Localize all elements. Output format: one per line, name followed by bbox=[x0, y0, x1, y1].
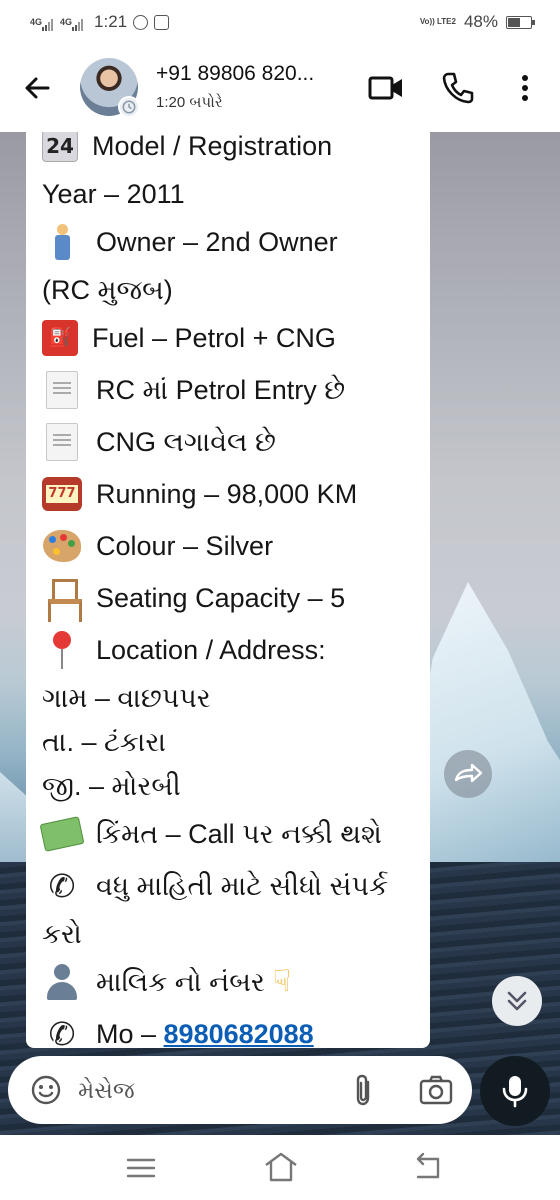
clock-status-icon bbox=[118, 96, 140, 118]
status-left: 4G 4G 1:21 bbox=[30, 12, 170, 32]
message-line-text: Model / Registration bbox=[92, 132, 333, 161]
signal-bars-icon bbox=[42, 18, 54, 31]
message-line-text: Fuel – Petrol + CNG bbox=[92, 323, 336, 353]
message-line-text: CNG લગાવેલ છે bbox=[96, 427, 276, 457]
message-line: જી. – મોરબી bbox=[42, 764, 422, 808]
carrier-label: Vo)) LTE2 bbox=[419, 17, 456, 26]
message-line-text: Mo – bbox=[96, 1019, 164, 1048]
message-line: Colour – Silver bbox=[42, 520, 422, 572]
contact-name[interactable]: +91 89806 820... bbox=[156, 62, 314, 86]
message-line-text: કિંમત – Call પર નક્કી થશે bbox=[96, 819, 382, 849]
message-line: માલિક નો નંબર ☟ bbox=[42, 956, 422, 1008]
emoji-icon[interactable] bbox=[30, 1074, 62, 1106]
camera-icon[interactable] bbox=[418, 1072, 454, 1108]
message-line: Year – 2011 bbox=[42, 172, 422, 216]
message-line-text: RC માં Petrol Entry છે bbox=[96, 375, 346, 405]
status-right: Vo)) LTE2 48% bbox=[419, 12, 535, 32]
message-line: કિંમત – Call પર નક્કી થશે bbox=[39, 808, 422, 860]
status-time: 1:21 bbox=[94, 12, 128, 31]
message-line-text: Colour – Silver bbox=[96, 531, 274, 561]
message-line-text: Running – 98,000 KM bbox=[96, 479, 358, 509]
back-arrow-icon[interactable] bbox=[18, 68, 58, 108]
document-icon bbox=[42, 423, 82, 461]
message-line-text: Year – 2011 bbox=[42, 179, 185, 209]
message-line: Running – 98,000 KM bbox=[42, 468, 422, 520]
message-line: Owner – 2nd Owner bbox=[42, 216, 422, 268]
message-line: ગામ – વાછપપર bbox=[42, 676, 422, 720]
double-chevron-down-icon[interactable] bbox=[492, 976, 542, 1026]
phone-number-link[interactable]: 8980682088 bbox=[164, 1012, 314, 1048]
microphone-icon[interactable] bbox=[480, 1056, 550, 1126]
system-navigation-bar bbox=[0, 1135, 560, 1200]
slot-machine-icon bbox=[42, 476, 82, 512]
chair-icon bbox=[42, 579, 82, 622]
message-line-text: Location / Address: bbox=[96, 635, 326, 665]
recent-apps-icon[interactable] bbox=[124, 1153, 158, 1183]
message-line-text: વધુ માહિતી માટે સીધો સંપર્ક bbox=[96, 871, 389, 901]
user-silhouette-icon bbox=[42, 964, 82, 1000]
message-line-text: જી. – મોરબી bbox=[42, 771, 181, 801]
fuel-pump-icon: ⛽ bbox=[42, 320, 78, 356]
pointing-down-icon: ☟ bbox=[272, 965, 292, 998]
message-composer bbox=[8, 1056, 472, 1124]
battery-percent: 48% bbox=[463, 12, 498, 31]
network-indicator-2: 4G bbox=[60, 17, 84, 31]
chat-header: +91 89806 820... 1:20 બપોરે bbox=[0, 44, 560, 132]
message-line-text: Owner – 2nd Owner bbox=[96, 227, 338, 257]
system-back-icon[interactable] bbox=[410, 1149, 444, 1185]
whatsapp-notification-icon bbox=[133, 14, 149, 30]
person-icon bbox=[42, 224, 82, 260]
money-icon bbox=[39, 816, 85, 852]
message-line: RC માં Petrol Entry છે bbox=[42, 364, 422, 416]
phone-call-icon[interactable] bbox=[440, 70, 476, 106]
message-line: Location / Address: bbox=[42, 624, 422, 676]
paperclip-icon[interactable] bbox=[348, 1072, 378, 1108]
keycap-24-icon: 24 bbox=[42, 132, 78, 162]
message-line-text: માલિક નો નંબર bbox=[96, 967, 265, 997]
message-line: ✆ વધુ માહિતી માટે સીધો સંપર્ક bbox=[42, 860, 422, 912]
contact-last-seen: 1:20 બપોરે bbox=[156, 94, 223, 111]
message-line-text: Seating Capacity – 5 bbox=[96, 583, 346, 613]
document-icon bbox=[42, 371, 82, 409]
message-line: Seating Capacity – 5 bbox=[42, 572, 422, 624]
telephone-receiver-icon: ✆ bbox=[48, 867, 76, 905]
message-bubble[interactable]: 24 Model / Registration Year – 2011 Owner… bbox=[26, 132, 430, 1048]
message-line: તા. – ટંકારા bbox=[42, 720, 422, 764]
signal-bars-icon bbox=[72, 18, 84, 31]
battery-fill bbox=[508, 17, 520, 27]
network-indicator-1: 4G bbox=[30, 17, 54, 31]
battery-icon bbox=[506, 15, 535, 29]
message-line-text: ગામ – વાછપપર bbox=[42, 683, 211, 713]
message-line: ⛽ Fuel – Petrol + CNG bbox=[42, 312, 422, 364]
message-line-text: તા. – ટંકારા bbox=[42, 727, 167, 757]
forward-icon[interactable] bbox=[444, 750, 492, 798]
message-line-text: (RC મુજબ) bbox=[42, 275, 173, 305]
message-input[interactable] bbox=[78, 1074, 328, 1106]
message-text: 24 Model / Registration Year – 2011 Owner… bbox=[39, 132, 422, 1048]
message-line: ✆ Mo – 8980682088 bbox=[42, 1008, 422, 1048]
message-line: કરો bbox=[42, 912, 422, 956]
message-line: (RC મુજબ) bbox=[42, 268, 422, 312]
palette-icon bbox=[42, 528, 82, 564]
telephone-receiver-icon: ✆ bbox=[48, 1015, 76, 1048]
more-vert-icon[interactable] bbox=[508, 70, 542, 106]
gallery-notification-icon bbox=[154, 14, 170, 30]
status-bar: 4G 4G 1:21 Vo)) LTE2 48% bbox=[0, 0, 560, 44]
location-pin-icon bbox=[42, 631, 82, 669]
message-line: CNG લગાવેલ છે bbox=[42, 416, 422, 468]
video-call-icon[interactable] bbox=[366, 70, 406, 106]
home-icon[interactable] bbox=[262, 1149, 300, 1185]
message-line-text: કરો bbox=[42, 919, 82, 949]
message-line: 24 Model / Registration bbox=[42, 132, 422, 172]
